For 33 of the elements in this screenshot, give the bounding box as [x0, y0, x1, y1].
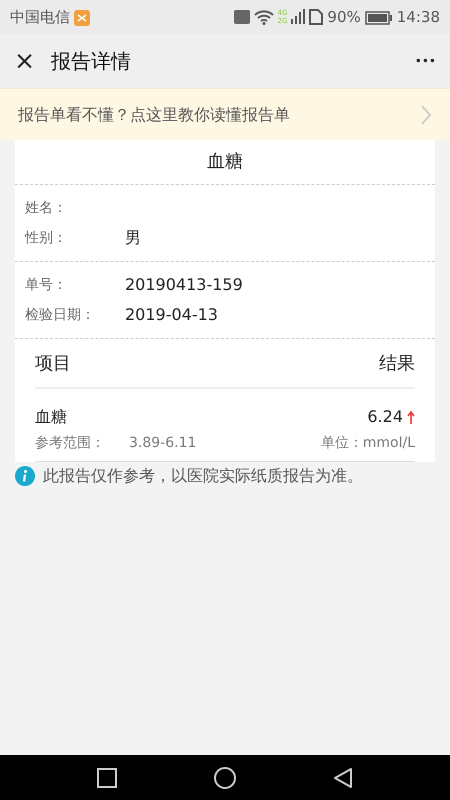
- result-value: 6.24: [367, 406, 403, 428]
- wifi-icon: [254, 10, 274, 24]
- app-notification-icon: [74, 10, 90, 26]
- info-icon: [15, 466, 35, 486]
- clock: 14:38: [396, 6, 440, 28]
- field-label: 检验日期：: [25, 306, 96, 324]
- column-header: 结果: [379, 352, 415, 376]
- battery-icon: [364, 10, 393, 25]
- battery-level: 90%: [327, 6, 361, 28]
- disclaimer-text: 此报告仅作参考，以医院实际纸质报告为准。: [43, 465, 363, 487]
- field-value: 男: [125, 227, 141, 249]
- more-button[interactable]: •••: [414, 52, 436, 70]
- range-value: 3.89-6.11: [129, 434, 196, 453]
- column-header: 项目: [35, 352, 71, 376]
- signal-icon: [291, 9, 306, 25]
- report-title: 血糖: [207, 151, 243, 172]
- item-name: 血糖: [35, 406, 67, 428]
- sim-icon: [309, 9, 324, 25]
- unit-text: 单位：mmol/L: [320, 434, 415, 453]
- chevron-right-icon: [420, 104, 432, 126]
- page-title: 报告详情: [51, 48, 132, 75]
- carrier-name: 中国电信: [10, 6, 70, 28]
- back-button[interactable]: [332, 766, 354, 788]
- field-value: 20190413-159: [125, 274, 243, 296]
- home-button[interactable]: [212, 766, 237, 790]
- field-label: 单号：: [25, 276, 68, 294]
- field-label: 性别：: [25, 228, 68, 248]
- field-value: 2019-04-13: [125, 304, 218, 326]
- range-label: 参考范围：: [35, 434, 105, 453]
- close-button[interactable]: ×: [14, 48, 36, 74]
- help-banner[interactable]: 报告单看不懂？点这里教你读懂报告单: [0, 88, 450, 140]
- recent-apps-button[interactable]: [96, 766, 118, 788]
- field-label: 姓名：: [25, 198, 68, 218]
